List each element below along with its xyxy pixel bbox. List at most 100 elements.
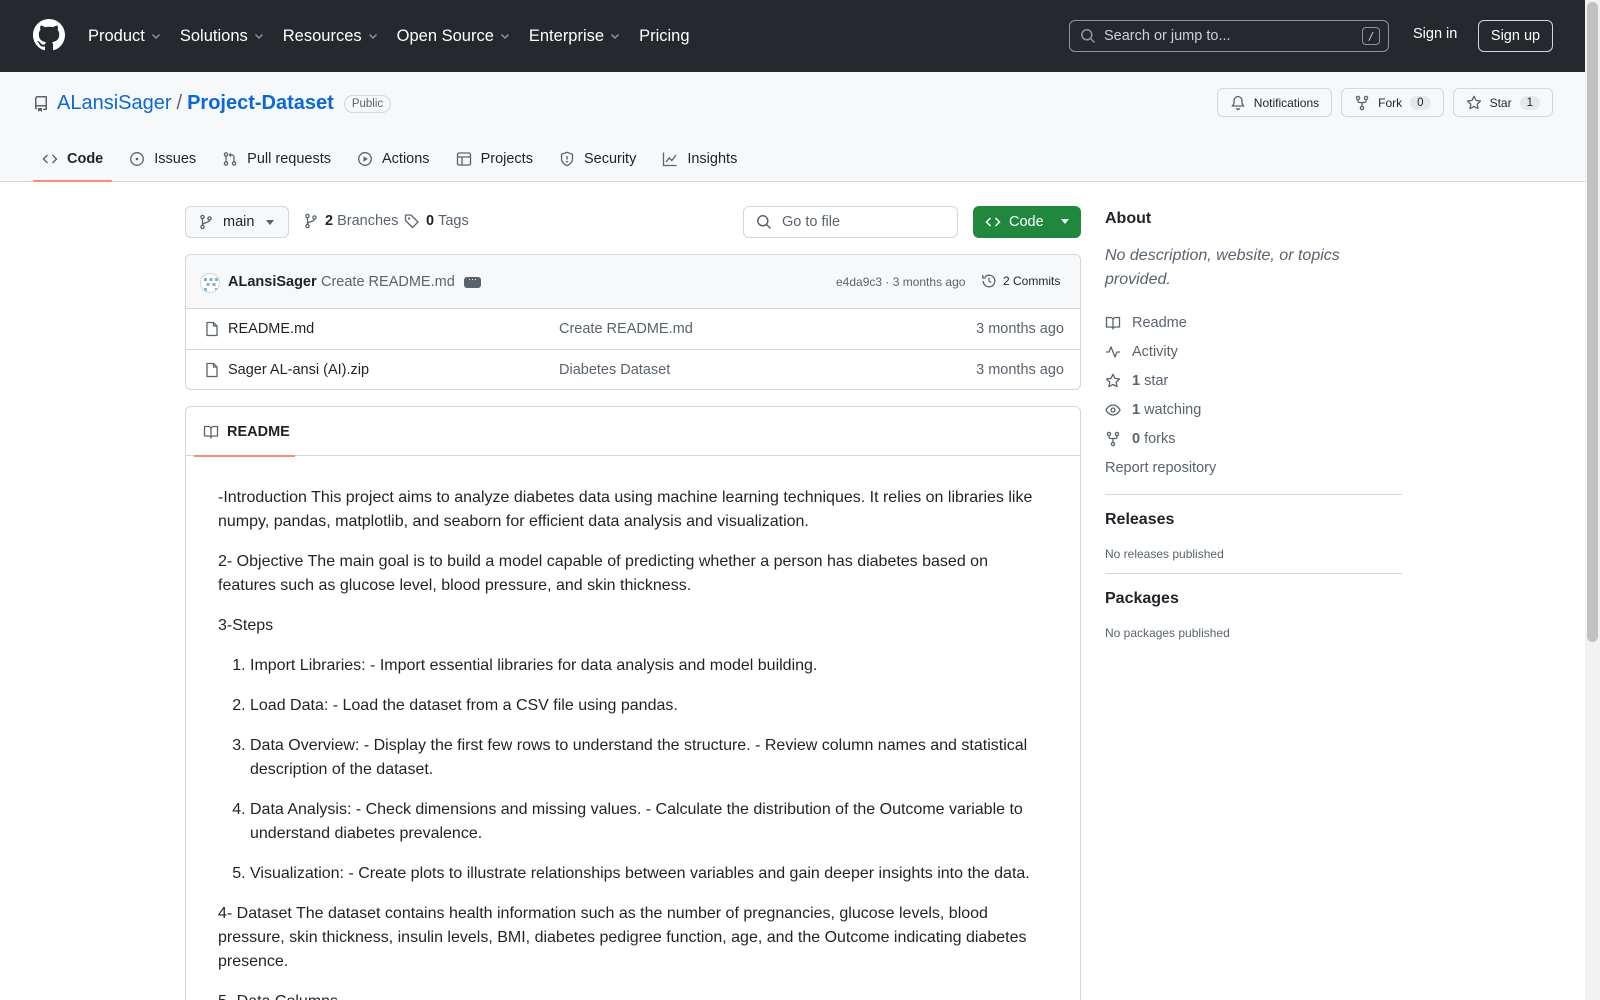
readme-content: -Introduction This project aims to analy… — [186, 456, 1080, 1000]
repo-header: ALansiSager / Project-Dataset Public Not… — [0, 72, 1585, 182]
about-links: Readme Activity 1 star 1 watching 0 fork… — [1105, 308, 1402, 482]
commit-author-link[interactable]: ALansiSager — [228, 274, 317, 290]
file-name-link[interactable]: Sager AL-ansi (AI).zip — [228, 362, 369, 378]
sidebar-divider — [1105, 494, 1402, 495]
branch-name: main — [223, 214, 255, 230]
fork-button[interactable]: Fork 0 — [1341, 88, 1444, 117]
tab-actions[interactable]: Actions — [348, 136, 439, 182]
bell-icon — [1231, 95, 1245, 110]
tab-issues[interactable]: Issues — [120, 136, 205, 182]
watchers-link[interactable]: 1 watching — [1105, 395, 1402, 424]
tags-count: 0 — [426, 213, 435, 229]
list-item: Visualization: - Create plots to illustr… — [250, 862, 1048, 886]
eye-icon — [1105, 403, 1121, 416]
report-repository-link[interactable]: Report repository — [1105, 453, 1402, 482]
graph-icon — [663, 152, 677, 167]
list-item: Load Data: - Load the dataset from a CSV… — [250, 694, 1048, 718]
commit-message-link[interactable]: Create README.md — [321, 274, 455, 290]
breadcrumb-separator: / — [176, 92, 183, 114]
tags-link[interactable]: 0 Tags — [404, 213, 469, 229]
history-icon — [982, 274, 996, 288]
chevron-down-icon — [500, 34, 509, 39]
readme-tab[interactable]: README — [194, 407, 295, 457]
branches-count: 2 — [325, 213, 334, 229]
nav-pricing[interactable]: Pricing — [639, 27, 689, 46]
search-icon — [1081, 29, 1096, 44]
tab-pull-requests[interactable]: Pull requests — [213, 136, 340, 182]
caret-down-icon — [1061, 219, 1069, 224]
file-commit-message[interactable]: Diabetes Dataset — [559, 362, 670, 378]
readme-paragraph: -Introduction This project aims to analy… — [218, 489, 1033, 530]
chevron-down-icon — [151, 34, 160, 39]
commit-sha-time[interactable]: e4da9c3 · 3 months ago — [836, 275, 965, 289]
repo-name-link[interactable]: Project-Dataset — [187, 92, 334, 115]
repo-icon — [35, 95, 47, 112]
tab-security[interactable]: Security — [550, 136, 645, 182]
sidebar-divider — [1105, 573, 1402, 574]
packages-heading[interactable]: Packages — [1105, 590, 1402, 608]
nav-product[interactable]: Product — [88, 27, 162, 46]
readme-link[interactable]: Readme — [1105, 308, 1402, 337]
branch-icon — [200, 214, 212, 230]
about-description: No description, website, or topics provi… — [1105, 247, 1340, 288]
about-heading: About — [1105, 210, 1152, 227]
main-nav: Product Solutions Resources Open Source … — [88, 0, 708, 72]
branches-link[interactable]: 2 Branches — [303, 213, 398, 229]
branch-select-button[interactable]: main — [185, 206, 289, 238]
latest-commit-row: ALansiSager Create README.md ··· e4da9c3… — [186, 255, 1080, 309]
stars-link[interactable]: 1 star — [1105, 366, 1402, 395]
scrollbar-thumb[interactable] — [1587, 2, 1598, 642]
fork-icon — [1355, 95, 1369, 110]
repo-breadcrumb: ALansiSager / Project-Dataset Public — [33, 92, 392, 115]
tab-code[interactable]: Code — [33, 136, 113, 182]
activity-link[interactable]: Activity — [1105, 337, 1402, 366]
tab-projects[interactable]: Projects — [447, 136, 542, 182]
chevron-down-icon — [368, 34, 377, 39]
table-icon — [456, 152, 471, 166]
repo-sidebar: About No description, website, or topics… — [1105, 210, 1402, 640]
commit-details-toggle[interactable]: ··· — [464, 275, 481, 288]
search-icon — [757, 215, 772, 230]
star-count: 1 — [1519, 95, 1540, 110]
file-row[interactable]: README.md Create README.md 3 months ago — [186, 309, 1080, 350]
readme-paragraph: 2- Objective The main goal is to build a… — [218, 553, 988, 594]
go-to-file-input[interactable]: Go to file — [743, 206, 958, 238]
page-scrollbar[interactable] — [1585, 0, 1600, 1000]
file-name-link[interactable]: README.md — [228, 321, 314, 337]
nav-enterprise[interactable]: Enterprise — [529, 27, 621, 46]
shield-icon — [560, 151, 574, 167]
commits-history-link[interactable]: 2 Commits — [981, 273, 1060, 289]
global-header: Product Solutions Resources Open Source … — [0, 0, 1585, 72]
repo-owner-link[interactable]: ALansiSager — [57, 92, 172, 115]
pulse-icon — [1106, 345, 1120, 358]
sign-up-button[interactable]: Sign up — [1478, 20, 1553, 52]
star-button[interactable]: Star 1 — [1452, 88, 1553, 117]
forks-link[interactable]: 0 forks — [1105, 424, 1402, 453]
tab-insights[interactable]: Insights — [653, 136, 746, 182]
star-icon — [1105, 373, 1121, 387]
notifications-button[interactable]: Notifications — [1216, 88, 1333, 117]
repo-actions: Notifications Fork 0 Star 1 — [1208, 88, 1553, 117]
packages-empty: No packages published — [1105, 626, 1230, 640]
author-avatar[interactable] — [200, 273, 220, 293]
nav-open-source[interactable]: Open Source — [397, 27, 511, 46]
file-row[interactable]: Sager AL-ansi (AI).zip Diabetes Dataset … — [186, 350, 1080, 389]
nav-resources[interactable]: Resources — [283, 27, 379, 46]
issue-icon — [130, 152, 145, 166]
file-commit-message[interactable]: Create README.md — [559, 321, 693, 337]
releases-empty: No releases published — [1105, 547, 1224, 561]
repo-tabs: Code Issues Pull requests Actions Projec… — [33, 136, 754, 182]
search-shortcut-key: / — [1362, 27, 1380, 45]
releases-heading[interactable]: Releases — [1105, 511, 1402, 529]
code-dropdown-button[interactable]: Code — [973, 206, 1081, 238]
file-icon — [206, 321, 218, 337]
github-logo-icon[interactable] — [33, 19, 65, 51]
chevron-down-icon — [611, 34, 620, 39]
code-icon — [985, 217, 1001, 227]
global-search-input[interactable]: Search or jump to... / — [1069, 20, 1389, 52]
nav-solutions[interactable]: Solutions — [180, 27, 265, 46]
sign-in-link[interactable]: Sign in — [1413, 26, 1457, 42]
readme-paragraph: 5- Data Columns — [218, 990, 1048, 1000]
book-icon — [203, 425, 219, 439]
branch-icon — [305, 213, 317, 229]
